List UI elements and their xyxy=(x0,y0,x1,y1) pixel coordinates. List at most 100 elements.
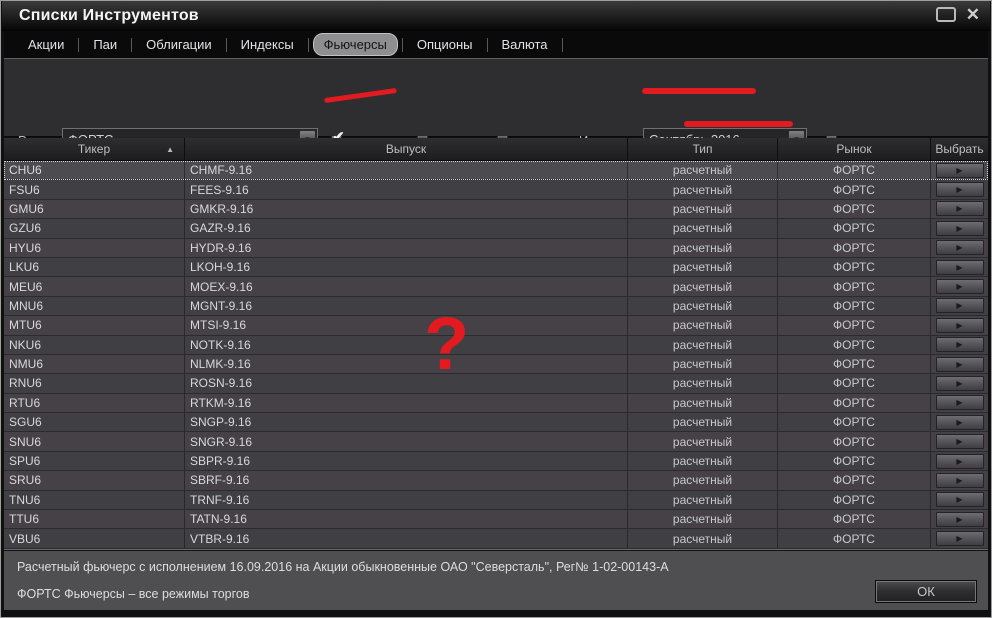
table-row[interactable]: SPU6SBPR-9.16расчетныйФОРТС▶ xyxy=(4,452,988,471)
table-body: CHU6CHMF-9.16расчетныйФОРТС▶FSU6FEES-9.1… xyxy=(4,161,988,549)
cell-select: ▶ xyxy=(931,277,988,295)
table-row[interactable]: GZU6GAZR-9.16расчетныйФОРТС▶ xyxy=(4,219,988,238)
select-row-button[interactable]: ▶ xyxy=(936,357,984,372)
ok-button[interactable]: ОК xyxy=(876,581,976,602)
cell-select: ▶ xyxy=(931,200,988,218)
cell-issue: NLMK-9.16 xyxy=(185,355,628,373)
table-row[interactable]: MEU6MOEX-9.16расчетныйФОРТС▶ xyxy=(4,277,988,296)
cell-ticker: SGU6 xyxy=(4,413,185,431)
select-row-button[interactable]: ▶ xyxy=(936,531,984,546)
table-row[interactable]: GMU6GMKR-9.16расчетныйФОРТС▶ xyxy=(4,200,988,219)
cell-issue: ROSN-9.16 xyxy=(185,374,628,392)
tab-indices[interactable]: Индексы xyxy=(231,34,304,55)
select-row-button[interactable]: ▶ xyxy=(936,492,984,507)
tab-funds[interactable]: Паи xyxy=(83,34,127,55)
table-row[interactable]: HYU6HYDR-9.16расчетныйФОРТС▶ xyxy=(4,239,988,258)
select-row-button[interactable]: ▶ xyxy=(936,201,984,216)
select-row-button[interactable]: ▶ xyxy=(936,376,984,391)
cell-ticker: SRU6 xyxy=(4,471,185,489)
cell-market: ФОРТС xyxy=(778,277,931,295)
column-header-ticker[interactable]: Тикер ▲ xyxy=(4,138,185,160)
cell-market: ФОРТС xyxy=(778,355,931,373)
tab-currency[interactable]: Валюта xyxy=(492,34,558,55)
select-row-button[interactable]: ▶ xyxy=(936,473,984,488)
cell-market: ФОРТС xyxy=(778,180,931,198)
table-row[interactable]: NKU6NOTK-9.16расчетныйФОРТС▶ xyxy=(4,336,988,355)
select-row-button[interactable]: ▶ xyxy=(936,163,984,178)
cell-type: расчетный xyxy=(628,258,778,276)
table-row[interactable]: MNU6MGNT-9.16расчетныйФОРТС▶ xyxy=(4,297,988,316)
select-row-button[interactable]: ▶ xyxy=(936,221,984,236)
cell-ticker: RNU6 xyxy=(4,374,185,392)
table-row[interactable]: TTU6TATN-9.16расчетныйФОРТС▶ xyxy=(4,510,988,529)
status-line-market: ФОРТС Фьючерсы – все режимы торгов xyxy=(17,587,250,601)
column-header-type[interactable]: Тип xyxy=(628,138,778,160)
cell-type: расчетный xyxy=(628,355,778,373)
tab-separator xyxy=(562,38,563,52)
tab-futures[interactable]: Фьючерсы xyxy=(313,33,398,56)
table-row[interactable]: RNU6ROSN-9.16расчетныйФОРТС▶ xyxy=(4,374,988,393)
cell-select: ▶ xyxy=(931,297,988,315)
cell-ticker: MNU6 xyxy=(4,297,185,315)
cell-select: ▶ xyxy=(931,413,988,431)
cell-issue: TATN-9.16 xyxy=(185,510,628,528)
column-header-issue[interactable]: Выпуск xyxy=(185,138,628,160)
cell-market: ФОРТС xyxy=(778,374,931,392)
cell-market: ФОРТС xyxy=(778,413,931,431)
select-row-button[interactable]: ▶ xyxy=(936,279,984,294)
select-row-button[interactable]: ▶ xyxy=(936,260,984,275)
select-row-button[interactable]: ▶ xyxy=(936,454,984,469)
cell-issue: SNGR-9.16 xyxy=(185,432,628,450)
table-row[interactable]: SRU6SBRF-9.16расчетныйФОРТС▶ xyxy=(4,471,988,490)
cell-ticker: RTU6 xyxy=(4,394,185,412)
table-row[interactable]: RTU6RTKM-9.16расчетныйФОРТС▶ xyxy=(4,394,988,413)
cell-type: расчетный xyxy=(628,239,778,257)
cell-type: расчетный xyxy=(628,316,778,334)
cell-issue: MOEX-9.16 xyxy=(185,277,628,295)
select-row-button[interactable]: ▶ xyxy=(936,298,984,313)
cell-select: ▶ xyxy=(931,529,988,547)
select-row-button[interactable]: ▶ xyxy=(936,434,984,449)
table-row[interactable]: FSU6FEES-9.16расчетныйФОРТС▶ xyxy=(4,180,988,199)
tab-bonds[interactable]: Облигации xyxy=(136,34,221,55)
tab-stocks[interactable]: Акции xyxy=(18,34,74,55)
cell-type: расчетный xyxy=(628,432,778,450)
cell-issue: SNGP-9.16 xyxy=(185,413,628,431)
cell-market: ФОРТС xyxy=(778,452,931,470)
filter-panel: Рынок ФОРТС ▼ Выпуск Исполнение Сентябрь… xyxy=(4,58,988,137)
select-row-button[interactable]: ▶ xyxy=(936,337,984,352)
cell-type: расчетный xyxy=(628,510,778,528)
table-row[interactable]: SGU6SNGP-9.16расчетныйФОРТС▶ xyxy=(4,413,988,432)
title-bar: Списки Инструментов ✕ xyxy=(2,1,990,31)
status-bar: Расчетный фьючерс с исполнением 16.09.20… xyxy=(4,551,988,610)
table-row[interactable]: LKU6LKOH-9.16расчетныйФОРТС▶ xyxy=(4,258,988,277)
select-row-button[interactable]: ▶ xyxy=(936,182,984,197)
column-header-select[interactable]: Выбрать xyxy=(931,138,988,160)
select-row-button[interactable]: ▶ xyxy=(936,395,984,410)
cell-ticker: TTU6 xyxy=(4,510,185,528)
select-row-button[interactable]: ▶ xyxy=(936,512,984,527)
table-row[interactable]: NMU6NLMK-9.16расчетныйФОРТС▶ xyxy=(4,355,988,374)
cell-type: расчетный xyxy=(628,180,778,198)
table-row[interactable]: CHU6CHMF-9.16расчетныйФОРТС▶ xyxy=(4,161,988,180)
restore-icon[interactable] xyxy=(936,7,956,22)
instrument-lists-window: Списки Инструментов ✕ Акции Паи Облигации И… xyxy=(0,0,992,618)
table-row[interactable]: VBU6VTBR-9.16расчетныйФОРТС▶ xyxy=(4,529,988,548)
cell-ticker: MTU6 xyxy=(4,316,185,334)
select-row-button[interactable]: ▶ xyxy=(936,318,984,333)
cell-type: расчетный xyxy=(628,336,778,354)
cell-ticker: HYU6 xyxy=(4,239,185,257)
column-header-market[interactable]: Рынок xyxy=(778,138,931,160)
cell-type: расчетный xyxy=(628,394,778,412)
cell-type: расчетный xyxy=(628,200,778,218)
table-row[interactable]: TNU6TRNF-9.16расчетныйФОРТС▶ xyxy=(4,491,988,510)
tab-options[interactable]: Опционы xyxy=(407,34,483,55)
table-row[interactable]: SNU6SNGR-9.16расчетныйФОРТС▶ xyxy=(4,432,988,451)
cell-type: расчетный xyxy=(628,529,778,547)
cell-type: расчетный xyxy=(628,161,778,179)
select-row-button[interactable]: ▶ xyxy=(936,240,984,255)
table-row[interactable]: MTU6MTSI-9.16расчетныйФОРТС▶ xyxy=(4,316,988,335)
cell-ticker: FSU6 xyxy=(4,180,185,198)
select-row-button[interactable]: ▶ xyxy=(936,415,984,430)
close-icon[interactable]: ✕ xyxy=(966,7,980,22)
